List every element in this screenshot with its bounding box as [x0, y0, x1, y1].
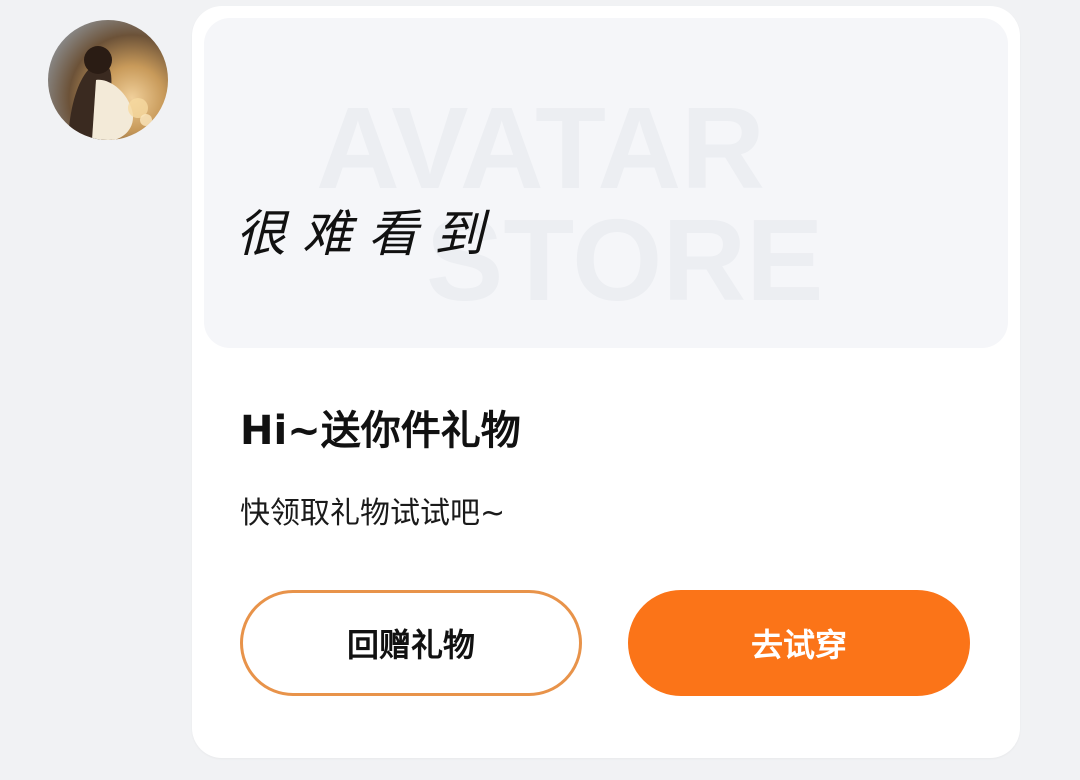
return-gift-button[interactable]: 回赠礼物: [240, 590, 582, 696]
gift-subtitle: 快领取礼物试试吧~: [240, 496, 506, 531]
sender-avatar[interactable]: [48, 20, 168, 140]
gift-title: Hi~送你件礼物: [240, 408, 521, 454]
avatar-store-wordmark: AVATAR STORE: [316, 83, 824, 325]
banner-caption: 很难看到: [236, 205, 500, 263]
avatar-store-banner[interactable]: AVATAR STORE 很难看到: [204, 18, 1008, 348]
try-on-button[interactable]: 去试穿: [628, 590, 970, 696]
avatar-photo: [68, 46, 152, 140]
gift-card: AVATAR STORE 很难看到 Hi~送你件礼物 快领取礼物试试吧~ 回赠礼…: [192, 6, 1020, 758]
